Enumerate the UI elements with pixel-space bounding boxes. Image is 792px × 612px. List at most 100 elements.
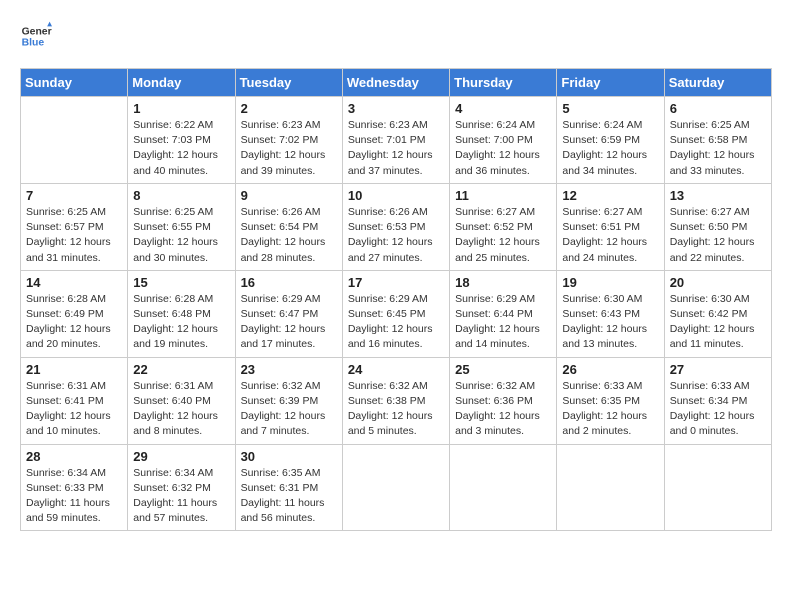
day-info: Sunrise: 6:28 AM Sunset: 6:48 PM Dayligh… [133, 292, 229, 353]
calendar-header-row: SundayMondayTuesdayWednesdayThursdayFrid… [21, 69, 772, 97]
day-info: Sunrise: 6:29 AM Sunset: 6:44 PM Dayligh… [455, 292, 551, 353]
calendar-day-cell: 11Sunrise: 6:27 AM Sunset: 6:52 PM Dayli… [450, 183, 557, 270]
day-number: 18 [455, 275, 551, 290]
day-info: Sunrise: 6:29 AM Sunset: 6:47 PM Dayligh… [241, 292, 337, 353]
day-info: Sunrise: 6:32 AM Sunset: 6:36 PM Dayligh… [455, 379, 551, 440]
day-number: 14 [26, 275, 122, 290]
day-info: Sunrise: 6:35 AM Sunset: 6:31 PM Dayligh… [241, 466, 337, 527]
logo-icon: General Blue [20, 20, 52, 52]
day-info: Sunrise: 6:22 AM Sunset: 7:03 PM Dayligh… [133, 118, 229, 179]
day-info: Sunrise: 6:33 AM Sunset: 6:34 PM Dayligh… [670, 379, 766, 440]
calendar-day-cell: 8 Sunrise: 6:25 AM Sunset: 6:55 PM Daylig… [128, 183, 235, 270]
calendar-table: SundayMondayTuesdayWednesdayThursdayFrid… [20, 68, 772, 531]
calendar-day-cell: 20Sunrise: 6:30 AM Sunset: 6:42 PM Dayli… [664, 270, 771, 357]
day-info: Sunrise: 6:29 AM Sunset: 6:45 PM Dayligh… [348, 292, 444, 353]
calendar-day-cell [557, 444, 664, 531]
weekday-header: Saturday [664, 69, 771, 97]
day-info: Sunrise: 6:23 AM Sunset: 7:01 PM Dayligh… [348, 118, 444, 179]
day-number: 8 [133, 188, 229, 203]
calendar-day-cell: 13Sunrise: 6:27 AM Sunset: 6:50 PM Dayli… [664, 183, 771, 270]
calendar-day-cell [21, 97, 128, 184]
day-info: Sunrise: 6:27 AM Sunset: 6:50 PM Dayligh… [670, 205, 766, 266]
calendar-day-cell: 23 Sunrise: 6:32 AM Sunset: 6:39 PM Dayli… [235, 357, 342, 444]
calendar-day-cell: 14 Sunrise: 6:28 AM Sunset: 6:49 PM Dayli… [21, 270, 128, 357]
calendar-day-cell: 9 Sunrise: 6:26 AM Sunset: 6:54 PM Daylig… [235, 183, 342, 270]
calendar-day-cell: 3 Sunrise: 6:23 AM Sunset: 7:01 PM Daylig… [342, 97, 449, 184]
day-number: 27 [670, 362, 766, 377]
day-number: 1 [133, 101, 229, 116]
calendar-day-cell: 30 Sunrise: 6:35 AM Sunset: 6:31 PM Dayli… [235, 444, 342, 531]
day-info: Sunrise: 6:25 AM Sunset: 6:57 PM Dayligh… [26, 205, 122, 266]
calendar-day-cell: 25 Sunrise: 6:32 AM Sunset: 6:36 PM Dayli… [450, 357, 557, 444]
day-number: 21 [26, 362, 122, 377]
day-number: 9 [241, 188, 337, 203]
calendar-day-cell: 28 Sunrise: 6:34 AM Sunset: 6:33 PM Dayli… [21, 444, 128, 531]
day-info: Sunrise: 6:28 AM Sunset: 6:49 PM Dayligh… [26, 292, 122, 353]
calendar-day-cell: 19 Sunrise: 6:30 AM Sunset: 6:43 PM Dayli… [557, 270, 664, 357]
calendar-week-row: 14 Sunrise: 6:28 AM Sunset: 6:49 PM Dayli… [21, 270, 772, 357]
day-info: Sunrise: 6:25 AM Sunset: 6:58 PM Dayligh… [670, 118, 766, 179]
calendar-day-cell: 2Sunrise: 6:23 AM Sunset: 7:02 PM Daylig… [235, 97, 342, 184]
calendar-day-cell: 10Sunrise: 6:26 AM Sunset: 6:53 PM Dayli… [342, 183, 449, 270]
day-number: 15 [133, 275, 229, 290]
svg-text:General: General [22, 26, 52, 37]
day-number: 11 [455, 188, 551, 203]
day-info: Sunrise: 6:31 AM Sunset: 6:41 PM Dayligh… [26, 379, 122, 440]
calendar-day-cell: 7 Sunrise: 6:25 AM Sunset: 6:57 PM Daylig… [21, 183, 128, 270]
day-number: 29 [133, 449, 229, 464]
calendar-week-row: 7 Sunrise: 6:25 AM Sunset: 6:57 PM Daylig… [21, 183, 772, 270]
day-info: Sunrise: 6:32 AM Sunset: 6:38 PM Dayligh… [348, 379, 444, 440]
day-info: Sunrise: 6:33 AM Sunset: 6:35 PM Dayligh… [562, 379, 658, 440]
weekday-header: Wednesday [342, 69, 449, 97]
calendar-day-cell [450, 444, 557, 531]
calendar-week-row: 1 Sunrise: 6:22 AM Sunset: 7:03 PM Daylig… [21, 97, 772, 184]
day-number: 24 [348, 362, 444, 377]
day-number: 19 [562, 275, 658, 290]
day-info: Sunrise: 6:30 AM Sunset: 6:43 PM Dayligh… [562, 292, 658, 353]
day-number: 26 [562, 362, 658, 377]
day-number: 10 [348, 188, 444, 203]
day-info: Sunrise: 6:31 AM Sunset: 6:40 PM Dayligh… [133, 379, 229, 440]
day-number: 30 [241, 449, 337, 464]
day-info: Sunrise: 6:26 AM Sunset: 6:54 PM Dayligh… [241, 205, 337, 266]
day-info: Sunrise: 6:32 AM Sunset: 6:39 PM Dayligh… [241, 379, 337, 440]
weekday-header: Sunday [21, 69, 128, 97]
calendar-week-row: 28 Sunrise: 6:34 AM Sunset: 6:33 PM Dayli… [21, 444, 772, 531]
calendar-day-cell: 18 Sunrise: 6:29 AM Sunset: 6:44 PM Dayli… [450, 270, 557, 357]
day-number: 12 [562, 188, 658, 203]
calendar-day-cell: 12Sunrise: 6:27 AM Sunset: 6:51 PM Dayli… [557, 183, 664, 270]
day-number: 20 [670, 275, 766, 290]
day-info: Sunrise: 6:24 AM Sunset: 6:59 PM Dayligh… [562, 118, 658, 179]
calendar-day-cell: 4 Sunrise: 6:24 AM Sunset: 7:00 PM Daylig… [450, 97, 557, 184]
calendar-day-cell: 22 Sunrise: 6:31 AM Sunset: 6:40 PM Dayli… [128, 357, 235, 444]
calendar-day-cell: 15 Sunrise: 6:28 AM Sunset: 6:48 PM Dayli… [128, 270, 235, 357]
day-number: 23 [241, 362, 337, 377]
weekday-header: Friday [557, 69, 664, 97]
calendar-day-cell: 29 Sunrise: 6:34 AM Sunset: 6:32 PM Dayli… [128, 444, 235, 531]
weekday-header: Monday [128, 69, 235, 97]
day-info: Sunrise: 6:34 AM Sunset: 6:32 PM Dayligh… [133, 466, 229, 527]
day-number: 6 [670, 101, 766, 116]
logo: General Blue [20, 20, 56, 52]
calendar-day-cell: 6 Sunrise: 6:25 AM Sunset: 6:58 PM Daylig… [664, 97, 771, 184]
page-header: General Blue [20, 20, 772, 52]
day-number: 16 [241, 275, 337, 290]
weekday-header: Thursday [450, 69, 557, 97]
day-number: 3 [348, 101, 444, 116]
day-number: 22 [133, 362, 229, 377]
day-number: 5 [562, 101, 658, 116]
day-number: 7 [26, 188, 122, 203]
calendar-day-cell: 17 Sunrise: 6:29 AM Sunset: 6:45 PM Dayli… [342, 270, 449, 357]
day-number: 25 [455, 362, 551, 377]
calendar-day-cell: 26 Sunrise: 6:33 AM Sunset: 6:35 PM Dayli… [557, 357, 664, 444]
calendar-week-row: 21 Sunrise: 6:31 AM Sunset: 6:41 PM Dayli… [21, 357, 772, 444]
calendar-day-cell [664, 444, 771, 531]
day-info: Sunrise: 6:24 AM Sunset: 7:00 PM Dayligh… [455, 118, 551, 179]
day-info: Sunrise: 6:34 AM Sunset: 6:33 PM Dayligh… [26, 466, 122, 527]
day-number: 4 [455, 101, 551, 116]
day-number: 17 [348, 275, 444, 290]
calendar-day-cell: 27 Sunrise: 6:33 AM Sunset: 6:34 PM Dayli… [664, 357, 771, 444]
day-info: Sunrise: 6:25 AM Sunset: 6:55 PM Dayligh… [133, 205, 229, 266]
day-number: 28 [26, 449, 122, 464]
calendar-body: 1 Sunrise: 6:22 AM Sunset: 7:03 PM Daylig… [21, 97, 772, 531]
